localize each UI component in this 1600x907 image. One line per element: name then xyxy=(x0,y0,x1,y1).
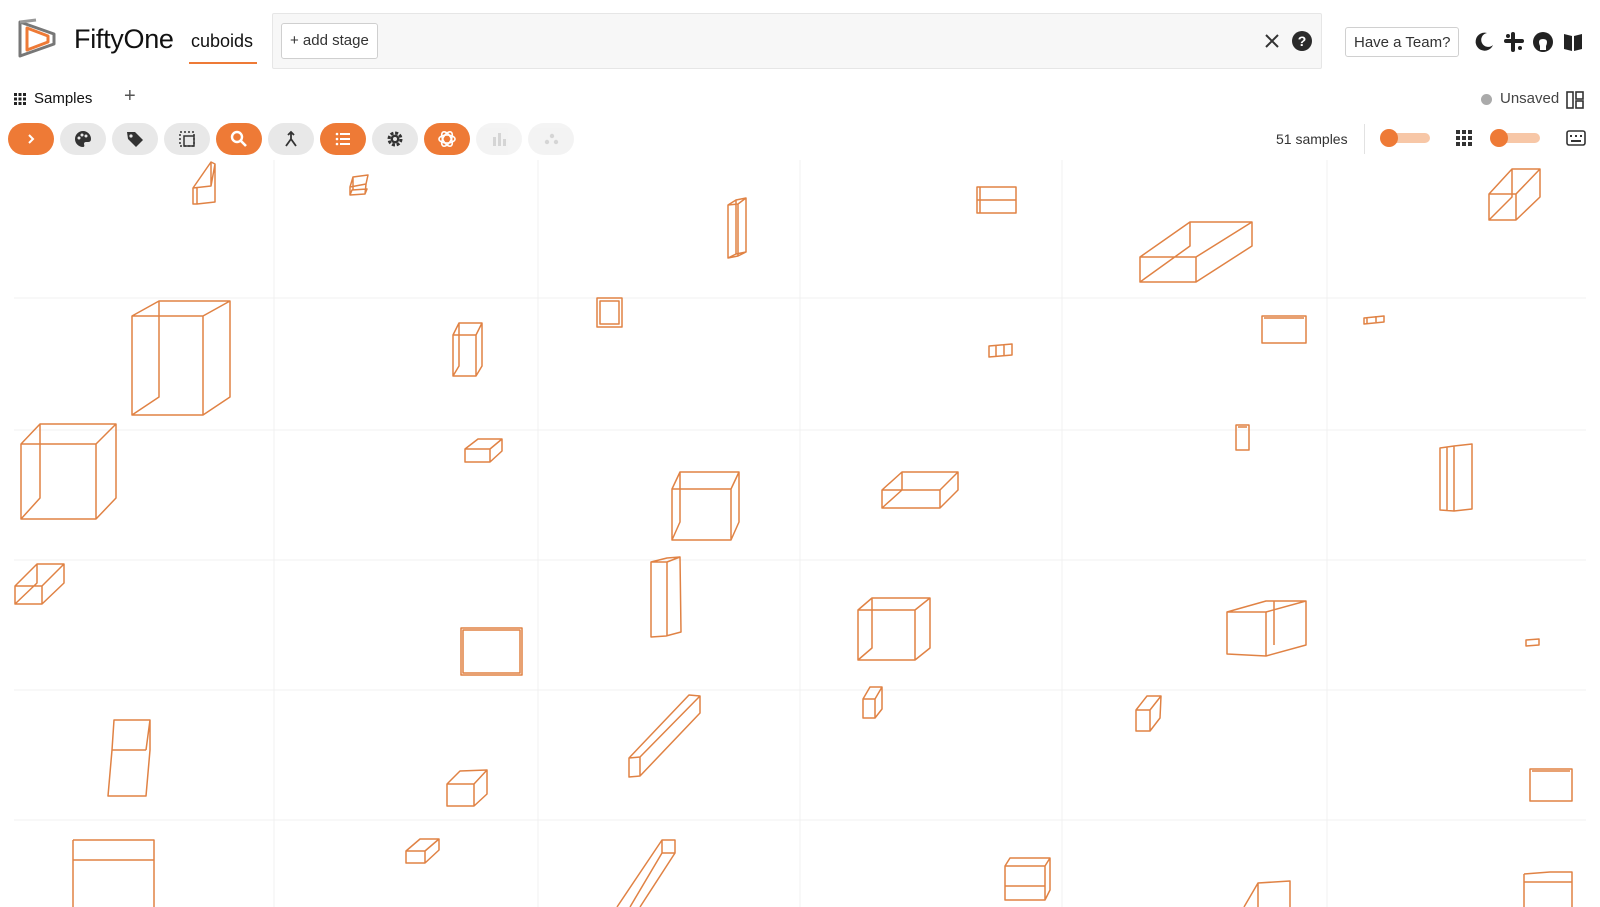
sample-count: 51 samples xyxy=(1276,131,1348,147)
sample-tile[interactable] xyxy=(349,174,369,196)
sample-tile[interactable] xyxy=(616,839,676,907)
cuboid-overlay xyxy=(14,161,1573,907)
embeddings-button[interactable] xyxy=(528,123,574,155)
tab-samples-label: Samples xyxy=(34,90,93,107)
docs-icon[interactable] xyxy=(1561,30,1585,54)
action-toolbar: 51 samples xyxy=(0,120,1600,160)
sample-tile[interactable] xyxy=(192,161,216,205)
tag-button[interactable] xyxy=(112,123,158,155)
sample-tile[interactable] xyxy=(1525,638,1540,647)
sample-tile[interactable] xyxy=(1235,424,1250,451)
tag-icon xyxy=(127,132,143,147)
list-icon xyxy=(335,132,350,146)
sample-tile[interactable] xyxy=(107,719,151,797)
color-scheme-button[interactable] xyxy=(60,123,106,155)
sample-tile[interactable] xyxy=(976,186,1017,214)
sample-tile[interactable] xyxy=(988,343,1013,358)
top-bar: FiftyOne cuboids + add stage ? Have a Te… xyxy=(0,0,1600,84)
operators-button[interactable] xyxy=(320,123,366,155)
dataset-underline xyxy=(189,62,257,64)
sample-tile[interactable] xyxy=(857,597,931,661)
sample-tile[interactable] xyxy=(72,839,155,907)
fiftyone-logo-icon[interactable] xyxy=(14,16,60,62)
sample-tile[interactable] xyxy=(446,769,488,807)
search-icon xyxy=(230,130,247,147)
sample-tile[interactable] xyxy=(862,686,883,719)
dark-mode-icon[interactable] xyxy=(1472,30,1496,54)
toolbar-divider xyxy=(1364,124,1365,154)
merge-button[interactable] xyxy=(268,123,314,155)
sample-tile[interactable] xyxy=(1529,768,1573,802)
sample-tile[interactable] xyxy=(1488,168,1541,221)
grid-zoom-slider[interactable] xyxy=(1380,129,1430,147)
sample-tile[interactable] xyxy=(452,322,483,377)
add-panel-button[interactable]: + xyxy=(124,85,136,108)
keyboard-icon[interactable] xyxy=(1566,129,1586,147)
sample-tile[interactable] xyxy=(1004,857,1051,901)
sample-tile[interactable] xyxy=(1226,600,1307,657)
scatter-icon xyxy=(544,133,559,145)
gear-icon xyxy=(387,131,403,147)
sample-tile[interactable] xyxy=(1439,443,1473,512)
openai-icon xyxy=(438,130,456,148)
sample-tile[interactable] xyxy=(650,556,682,638)
status-dot xyxy=(1481,94,1492,105)
sample-tile[interactable] xyxy=(464,438,503,463)
select-patches-button[interactable] xyxy=(164,123,210,155)
palette-icon xyxy=(75,131,91,147)
sample-tile[interactable] xyxy=(671,471,740,541)
sample-tile[interactable] xyxy=(1139,221,1253,283)
view-status: Unsaved xyxy=(1500,90,1560,107)
sample-tile[interactable] xyxy=(881,471,959,509)
slider-knob[interactable] xyxy=(1380,129,1398,147)
sample-tile[interactable] xyxy=(727,197,747,259)
sample-tile[interactable] xyxy=(14,563,65,605)
sample-tile[interactable] xyxy=(460,627,523,676)
sample-tile[interactable] xyxy=(131,300,231,416)
bar-chart-icon xyxy=(493,133,506,146)
layout-icon[interactable] xyxy=(1566,91,1584,109)
sample-tile[interactable] xyxy=(1135,695,1162,732)
view-bar[interactable]: + add stage ? xyxy=(272,13,1322,69)
slider-knob[interactable] xyxy=(1490,129,1508,147)
dataset-selector[interactable]: cuboids xyxy=(191,31,253,52)
grid-icon[interactable] xyxy=(1455,129,1473,147)
sidebar-toggle-button[interactable] xyxy=(8,123,54,155)
chevron-right-icon xyxy=(28,134,35,144)
app-brand[interactable]: FiftyOne xyxy=(74,24,174,55)
similarity-search-button[interactable] xyxy=(216,123,262,155)
sample-tile[interactable] xyxy=(628,694,701,778)
have-a-team-button[interactable]: Have a Team? xyxy=(1345,27,1460,57)
patches-icon xyxy=(179,131,195,147)
sample-tile[interactable] xyxy=(1523,871,1573,907)
grid-icon xyxy=(14,93,26,106)
close-icon[interactable] xyxy=(1263,32,1281,50)
sample-grid xyxy=(0,160,1600,907)
help-icon[interactable]: ? xyxy=(1291,30,1313,52)
sample-tile[interactable] xyxy=(596,297,623,328)
tab-row: Samples + Unsaved xyxy=(0,84,1600,120)
sample-tile[interactable] xyxy=(20,423,117,520)
svg-text:?: ? xyxy=(1298,33,1307,49)
openai-button[interactable] xyxy=(424,123,470,155)
spacing-slider[interactable] xyxy=(1490,129,1540,147)
add-stage-button[interactable]: + add stage xyxy=(281,23,378,59)
sample-tile[interactable] xyxy=(1243,880,1291,907)
sample-tile[interactable] xyxy=(405,838,440,864)
sample-tile[interactable] xyxy=(1363,315,1385,325)
merge-icon xyxy=(285,130,297,147)
settings-button[interactable] xyxy=(372,123,418,155)
github-icon[interactable] xyxy=(1531,30,1555,54)
slack-icon[interactable] xyxy=(1502,30,1526,54)
tab-samples[interactable]: Samples xyxy=(14,90,92,107)
sample-tile[interactable] xyxy=(1261,315,1307,344)
histograms-button[interactable] xyxy=(476,123,522,155)
